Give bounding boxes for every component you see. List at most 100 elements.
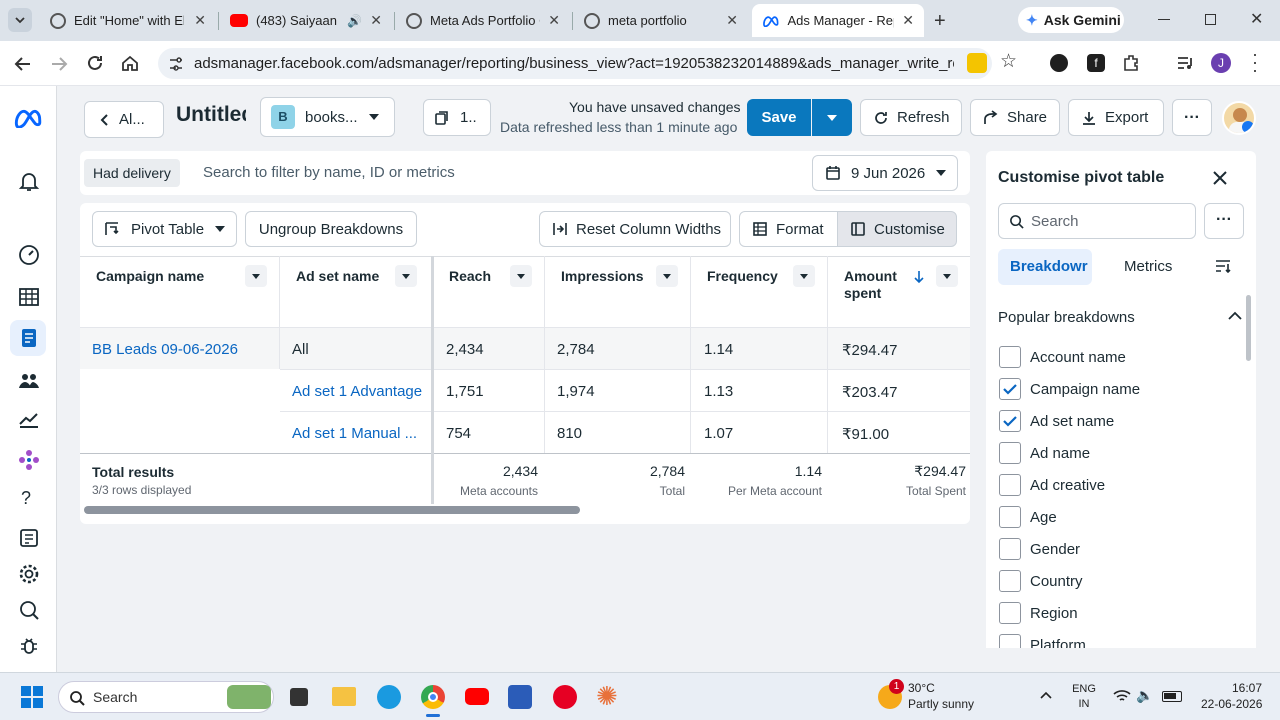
extension-f-icon[interactable]: f xyxy=(1087,54,1105,72)
column-header-campaign-name[interactable]: Campaign name xyxy=(96,268,204,284)
reset-column-widths-button[interactable]: Reset Column Widths xyxy=(539,211,731,247)
maximize-button[interactable] xyxy=(1205,14,1216,25)
filter-chip[interactable]: Had delivery xyxy=(84,159,180,187)
customise-button[interactable]: Customise xyxy=(837,211,957,247)
bookmark-star-icon[interactable]: ☆ xyxy=(1000,50,1017,73)
clock-time[interactable]: 16:07 xyxy=(1232,681,1262,695)
speaker-icon[interactable]: 🔊 xyxy=(347,14,362,28)
column-header-ad-set-name[interactable]: Ad set name xyxy=(296,268,379,284)
table-row-ad-set[interactable]: Ad set 1 Manual ... xyxy=(292,425,422,442)
profile-avatar[interactable]: J xyxy=(1211,53,1231,73)
battery-icon[interactable] xyxy=(1162,691,1182,702)
format-button[interactable]: Format xyxy=(739,211,838,247)
address-bar[interactable]: adsmanager.facebook.com/adsmanager/repor… xyxy=(158,48,992,79)
refresh-button[interactable]: Refresh xyxy=(860,99,962,136)
panel-search-input[interactable]: Search xyxy=(998,203,1196,239)
minimize-button[interactable] xyxy=(1158,19,1170,20)
search-icon[interactable] xyxy=(17,598,41,622)
checkbox-platform[interactable] xyxy=(999,634,1021,648)
taskbar-search-box[interactable]: Search xyxy=(58,681,274,713)
help-question-icon[interactable]: ? xyxy=(21,488,31,509)
close-icon[interactable] xyxy=(1212,170,1228,186)
browser-menu-icon[interactable]: · · · xyxy=(1252,45,1258,79)
checkbox-age[interactable] xyxy=(999,506,1021,528)
chevron-up-icon[interactable] xyxy=(1228,311,1242,321)
weather-temperature[interactable]: 30°C xyxy=(908,681,935,695)
youtube-icon[interactable] xyxy=(465,688,489,705)
views-selector[interactable]: 1.. xyxy=(423,99,491,136)
checkbox-account-name[interactable] xyxy=(999,346,1021,368)
volume-icon[interactable]: 🔈 xyxy=(1136,687,1153,704)
save-button[interactable]: Save xyxy=(747,99,811,136)
pages-list-icon[interactable] xyxy=(17,526,41,550)
analytics-trend-icon[interactable] xyxy=(17,407,41,431)
browser-tab[interactable]: (483) Saiyaan Ji 🔊 ✕ xyxy=(220,4,392,37)
install-app-icon[interactable] xyxy=(967,53,987,73)
pivot-table-selector[interactable]: Pivot Table xyxy=(92,211,237,247)
checkbox-gender[interactable] xyxy=(999,538,1021,560)
close-icon[interactable]: ✕ xyxy=(370,12,382,29)
reload-icon[interactable] xyxy=(86,54,104,72)
checkbox-country[interactable] xyxy=(999,570,1021,592)
settings-gear-icon[interactable] xyxy=(17,562,41,586)
audiences-people-icon[interactable] xyxy=(17,369,41,393)
dashboard-gauge-icon[interactable] xyxy=(17,243,41,267)
pen-icon[interactable] xyxy=(1050,54,1068,72)
app-star-icon[interactable]: ✺ xyxy=(596,681,618,712)
notifications-bell-icon[interactable] xyxy=(17,169,41,193)
task-view-icon[interactable] xyxy=(290,688,308,706)
close-icon[interactable]: ✕ xyxy=(194,12,206,29)
chevron-up-icon[interactable] xyxy=(1040,691,1052,699)
edge-icon[interactable] xyxy=(377,685,401,709)
browser-tab[interactable]: Edit "Home" with Ele ✕ xyxy=(40,4,216,37)
chrome-icon[interactable] xyxy=(421,685,445,709)
filter-search-input[interactable]: Search to filter by name, ID or metrics xyxy=(203,164,455,181)
column-header-frequency[interactable]: Frequency xyxy=(707,268,778,284)
checkbox-campaign-name[interactable] xyxy=(999,378,1021,400)
section-popular-breakdowns[interactable]: Popular breakdowns xyxy=(998,309,1135,326)
sort-lines-icon[interactable] xyxy=(1215,259,1231,273)
column-menu-button[interactable] xyxy=(245,265,267,287)
close-icon[interactable]: ✕ xyxy=(726,12,738,29)
gemini-button[interactable]: ✦ Ask Gemini xyxy=(1018,7,1124,33)
save-options-button[interactable] xyxy=(812,99,852,136)
apps-flower-icon[interactable] xyxy=(17,448,41,472)
export-button[interactable]: Export xyxy=(1068,99,1164,136)
checkbox-region[interactable] xyxy=(999,602,1021,624)
back-arrow-icon[interactable] xyxy=(14,55,32,73)
close-window-button[interactable]: ✕ xyxy=(1250,9,1263,29)
language-indicator[interactable]: ENG IN xyxy=(1068,682,1100,712)
clock-date[interactable]: 22-06-2026 xyxy=(1201,697,1262,711)
panel-more-button[interactable]: ··· xyxy=(1204,203,1244,239)
bug-report-icon[interactable] xyxy=(17,634,41,658)
home-icon[interactable] xyxy=(121,54,139,72)
date-range-picker[interactable]: 9 Jun 2026 xyxy=(812,155,958,191)
file-explorer-icon[interactable] xyxy=(332,687,356,706)
sort-descending-icon[interactable] xyxy=(914,270,924,284)
media-control-icon[interactable] xyxy=(1176,54,1194,72)
weather-description[interactable]: Partly sunny xyxy=(908,697,974,711)
wifi-icon[interactable] xyxy=(1113,689,1131,703)
column-menu-button[interactable] xyxy=(656,265,678,287)
checkbox-ad-set-name[interactable] xyxy=(999,410,1021,432)
column-header-reach[interactable]: Reach xyxy=(449,268,491,284)
horizontal-scrollbar[interactable] xyxy=(84,506,580,514)
ad-account-selector[interactable]: B books... xyxy=(260,97,395,137)
column-menu-button[interactable] xyxy=(395,265,417,287)
tab-metrics[interactable]: Metrics xyxy=(1124,258,1172,275)
back-button[interactable]: Al... xyxy=(84,101,164,138)
pinterest-icon[interactable] xyxy=(553,685,577,709)
tab-search-button[interactable] xyxy=(8,8,32,32)
column-header-impressions[interactable]: Impressions xyxy=(561,268,643,284)
table-row-campaign[interactable]: BB Leads 09-06-2026 xyxy=(92,341,238,358)
user-avatar[interactable] xyxy=(1222,101,1256,135)
ungroup-breakdowns-button[interactable]: Ungroup Breakdowns xyxy=(245,211,417,247)
tab-breakdown[interactable]: Breakdowr xyxy=(998,249,1092,285)
column-menu-button[interactable] xyxy=(793,265,815,287)
more-options-button[interactable]: ··· xyxy=(1172,99,1212,136)
site-info-icon[interactable] xyxy=(168,56,184,72)
table-row-ad-set[interactable]: Ad set 1 Advantage xyxy=(292,383,422,400)
browser-tab-active[interactable]: Ads Manager - Repo ✕ xyxy=(752,4,924,37)
column-header-amount-spent[interactable]: Amount spent xyxy=(844,268,906,302)
browser-tab[interactable]: meta portfolio ✕ xyxy=(574,4,748,37)
